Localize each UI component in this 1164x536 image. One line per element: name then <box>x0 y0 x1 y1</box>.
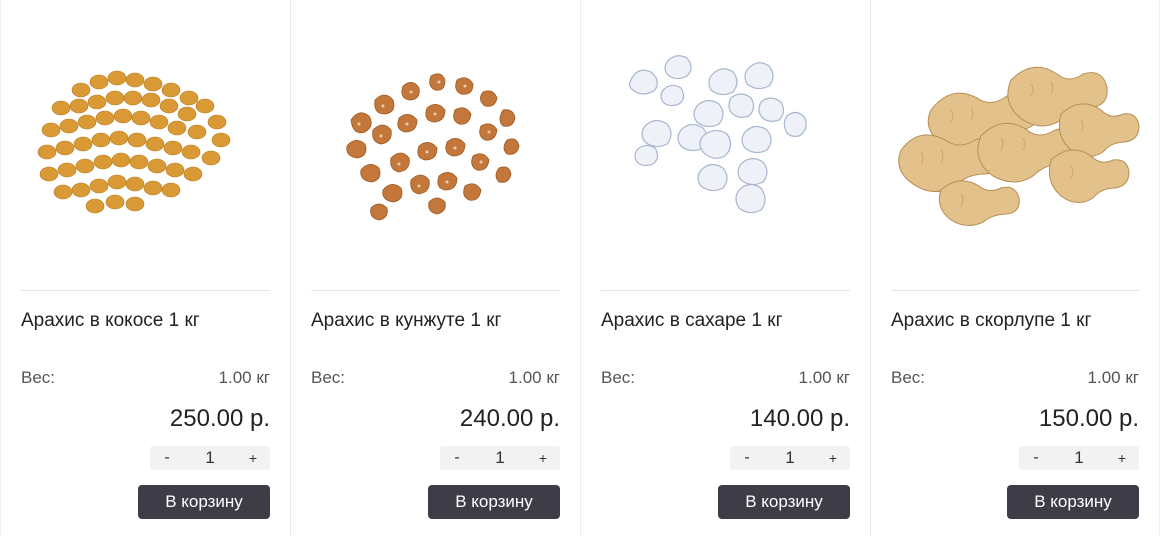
card-divider <box>891 290 1139 291</box>
quantity-increase-button[interactable]: + <box>816 450 850 466</box>
add-to-cart-button[interactable]: В корзину <box>1007 485 1139 519</box>
weight-label: Вес: <box>21 368 56 387</box>
card-divider <box>311 290 560 291</box>
quantity-value[interactable]: 1 <box>764 448 816 468</box>
quantity-increase-button[interactable]: + <box>236 450 270 466</box>
product-image-coconut-peanuts[interactable] <box>21 40 273 240</box>
quantity-decrease-button[interactable]: - <box>150 449 184 467</box>
product-title[interactable]: Арахис в кокосе 1 кг <box>21 310 200 332</box>
product-card: Арахис в скорлупе 1 кг Вес: 1.00 кг 150.… <box>870 0 1160 536</box>
product-title[interactable]: Арахис в кунжуте 1 кг <box>311 310 501 332</box>
quantity-value[interactable]: 1 <box>474 448 526 468</box>
quantity-decrease-button[interactable]: - <box>1019 449 1053 467</box>
quantity-increase-button[interactable]: + <box>1105 450 1139 466</box>
weight-label: Вес: <box>311 368 346 387</box>
quantity-stepper: - 1 + <box>440 446 560 470</box>
quantity-decrease-button[interactable]: - <box>440 449 474 467</box>
product-grid: Арахис в кокосе 1 кг Вес: 1.00 кг 250.00… <box>0 0 1164 536</box>
product-price: 150.00 р. <box>1038 405 1139 432</box>
weight-value: 1.00 кг <box>798 368 850 387</box>
quantity-stepper: - 1 + <box>730 446 850 470</box>
card-divider <box>601 290 850 291</box>
add-to-cart-button[interactable]: В корзину <box>138 485 270 519</box>
product-image-inshell-peanuts[interactable] <box>891 40 1143 240</box>
product-title[interactable]: Арахис в сахаре 1 кг <box>601 310 783 332</box>
quantity-value[interactable]: 1 <box>1053 448 1105 468</box>
product-card: Арахис в кунжуте 1 кг Вес: 1.00 кг 240.0… <box>290 0 580 536</box>
quantity-increase-button[interactable]: + <box>526 450 560 466</box>
product-price: 240.00 р. <box>459 405 560 432</box>
add-to-cart-button[interactable]: В корзину <box>428 485 560 519</box>
product-image-sugar-peanuts[interactable] <box>601 40 853 240</box>
weight-label: Вес: <box>601 368 636 387</box>
quantity-stepper: - 1 + <box>1019 446 1139 470</box>
add-to-cart-button[interactable]: В корзину <box>718 485 850 519</box>
weight-label: Вес: <box>891 368 926 387</box>
quantity-decrease-button[interactable]: - <box>730 449 764 467</box>
weight-value: 1.00 кг <box>1087 368 1139 387</box>
product-card: Арахис в кокосе 1 кг Вес: 1.00 кг 250.00… <box>0 0 290 536</box>
quantity-stepper: - 1 + <box>150 446 270 470</box>
card-divider <box>21 290 270 291</box>
weight-value: 1.00 кг <box>218 368 270 387</box>
product-card: Арахис в сахаре 1 кг Вес: 1.00 кг 140.00… <box>580 0 870 536</box>
quantity-value[interactable]: 1 <box>184 448 236 468</box>
product-image-sesame-peanuts[interactable] <box>311 40 563 240</box>
product-title[interactable]: Арахис в скорлупе 1 кг <box>891 310 1091 332</box>
product-price: 140.00 р. <box>749 405 850 432</box>
product-price: 250.00 р. <box>169 405 270 432</box>
weight-value: 1.00 кг <box>508 368 560 387</box>
